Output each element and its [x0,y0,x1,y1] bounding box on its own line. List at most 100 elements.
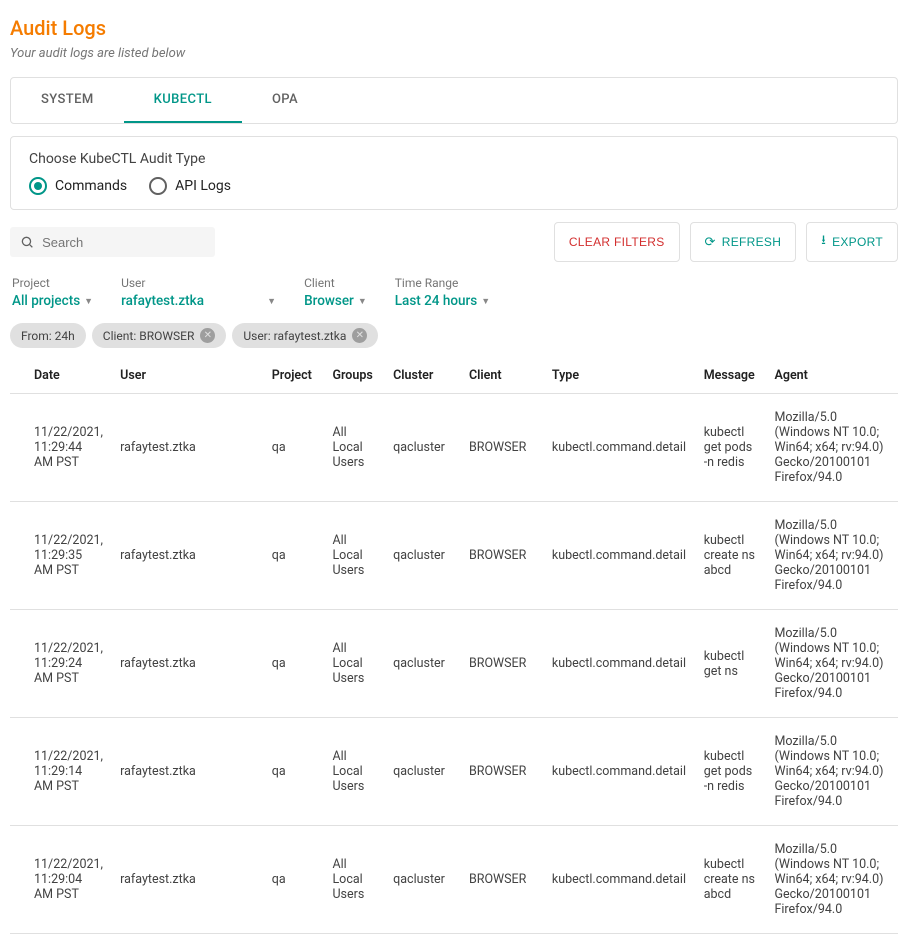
refresh-label: REFRESH [722,235,781,249]
chevron-down-icon: ▼ [481,296,490,307]
filter-chip: Client: BROWSER ✕ [92,323,227,348]
cell-type: kubectl.command.detail [544,610,696,718]
cell-date: 11/22/2021, 11:29:35 AM PST [10,502,112,610]
cell-agent: Mozilla/5.0 (Windows NT 10.0; Win64; x64… [766,394,898,502]
tab-system[interactable]: SYSTEM [11,78,124,123]
cell-project: qa [264,394,325,502]
cell-user: rafaytest.ztka [112,610,264,718]
filter-user-label: User [121,276,276,290]
cell-user: rafaytest.ztka [112,826,264,934]
refresh-button[interactable]: ⟳ REFRESH [690,222,797,262]
chevron-down-icon: ▼ [84,296,93,307]
cell-client: BROWSER [461,394,544,502]
search-input[interactable] [42,235,205,250]
close-icon[interactable]: ✕ [200,328,215,343]
table-row: 11/22/2021, 11:29:24 AM PSTrafaytest.ztk… [10,610,898,718]
audit-type-card: Choose KubeCTL Audit Type Commands API Lo… [10,136,898,210]
filter-timerange-dropdown[interactable]: Last 24 hours ▼ [395,293,490,309]
cell-project: qa [264,502,325,610]
cell-type: kubectl.command.detail [544,502,696,610]
column-header-user: User [112,358,264,394]
filter-project-dropdown[interactable]: All projects ▼ [12,293,93,309]
cell-cluster: qacluster [385,826,461,934]
cell-groups: All Local Users [324,610,385,718]
export-button[interactable]: ⭳ EXPORT [806,222,898,262]
column-header-project: Project [264,358,325,394]
table-row: 11/22/2021, 11:29:14 AM PSTrafaytest.ztk… [10,718,898,826]
filter-user-value: rafaytest.ztka [121,293,204,309]
column-header-agent: Agent [766,358,898,394]
table-row: 11/22/2021, 11:29:04 AM PSTrafaytest.ztk… [10,826,898,934]
tab-opa[interactable]: OPA [242,78,328,123]
cell-agent: Mozilla/5.0 (Windows NT 10.0; Win64; x64… [766,718,898,826]
column-header-cluster: Cluster [385,358,461,394]
cell-type: kubectl.command.detail [544,718,696,826]
radio-dot-icon [149,177,167,195]
column-header-date: Date [10,358,112,394]
filter-client-value: Browser [304,293,354,309]
cell-message: kubectl get ns [696,610,767,718]
filter-user-dropdown[interactable]: rafaytest.ztka ▼ [121,293,276,309]
cell-client: BROWSER [461,826,544,934]
filter-client: Client Browser ▼ [304,276,367,309]
cell-type: kubectl.command.detail [544,826,696,934]
cell-groups: All Local Users [324,826,385,934]
export-label: EXPORT [832,235,883,249]
filter-chip: From: 24h [10,323,86,348]
filter-chip: User: rafaytest.ztka ✕ [232,323,378,348]
search-box[interactable] [10,227,215,257]
cell-message: kubectl create ns abcd [696,826,767,934]
filter-timerange-label: Time Range [395,276,490,290]
radio-label: API Logs [175,178,231,194]
cell-message: kubectl get pods -n redis [696,394,767,502]
filter-timerange: Time Range Last 24 hours ▼ [395,276,490,309]
cell-cluster: qacluster [385,502,461,610]
radio-label: Commands [55,178,127,194]
audit-type-title: Choose KubeCTL Audit Type [29,151,879,167]
tabs-card: SYSTEMKUBECTLOPA [10,77,898,124]
filter-project-value: All projects [12,293,80,309]
cell-message: kubectl get pods -n redis [696,718,767,826]
cell-message: kubectl create ns abcd [696,502,767,610]
page-title: Audit Logs [10,16,898,40]
chip-label: User: rafaytest.ztka [243,329,346,343]
filter-client-label: Client [304,276,367,290]
cell-cluster: qacluster [385,718,461,826]
cell-project: qa [264,826,325,934]
radio-dot-icon [29,177,47,195]
cell-user: rafaytest.ztka [112,502,264,610]
filter-timerange-value: Last 24 hours [395,293,477,309]
cell-groups: All Local Users [324,502,385,610]
chip-label: From: 24h [21,329,75,343]
close-icon[interactable]: ✕ [352,328,367,343]
cell-date: 11/22/2021, 11:29:14 AM PST [10,718,112,826]
cell-client: BROWSER [461,718,544,826]
download-icon: ⭳ [821,231,826,253]
radio-commands[interactable]: Commands [29,177,127,195]
chip-label: Client: BROWSER [103,329,195,343]
chevron-down-icon: ▼ [358,296,367,307]
refresh-icon: ⟳ [705,234,716,250]
page-subtitle: Your audit logs are listed below [10,46,898,61]
filter-user: User rafaytest.ztka ▼ [121,276,276,309]
cell-agent: Mozilla/5.0 (Windows NT 10.0; Win64; x64… [766,502,898,610]
cell-agent: Mozilla/5.0 (Windows NT 10.0; Win64; x64… [766,610,898,718]
tab-kubectl[interactable]: KUBECTL [124,78,242,123]
table-row: 11/22/2021, 11:29:35 AM PSTrafaytest.ztk… [10,502,898,610]
cell-project: qa [264,610,325,718]
cell-groups: All Local Users [324,718,385,826]
audit-log-table: DateUserProjectGroupsClusterClientTypeMe… [10,358,898,934]
cell-date: 11/22/2021, 11:29:44 AM PST [10,394,112,502]
cell-type: kubectl.command.detail [544,394,696,502]
filter-client-dropdown[interactable]: Browser ▼ [304,293,367,309]
cell-client: BROWSER [461,502,544,610]
cell-agent: Mozilla/5.0 (Windows NT 10.0; Win64; x64… [766,826,898,934]
clear-filters-button[interactable]: CLEAR FILTERS [554,222,680,262]
cell-date: 11/22/2021, 11:29:24 AM PST [10,610,112,718]
chevron-down-icon: ▼ [267,296,276,307]
cell-user: rafaytest.ztka [112,718,264,826]
search-icon [20,234,34,250]
column-header-groups: Groups [324,358,385,394]
table-row: 11/22/2021, 11:29:44 AM PSTrafaytest.ztk… [10,394,898,502]
radio-api-logs[interactable]: API Logs [149,177,231,195]
